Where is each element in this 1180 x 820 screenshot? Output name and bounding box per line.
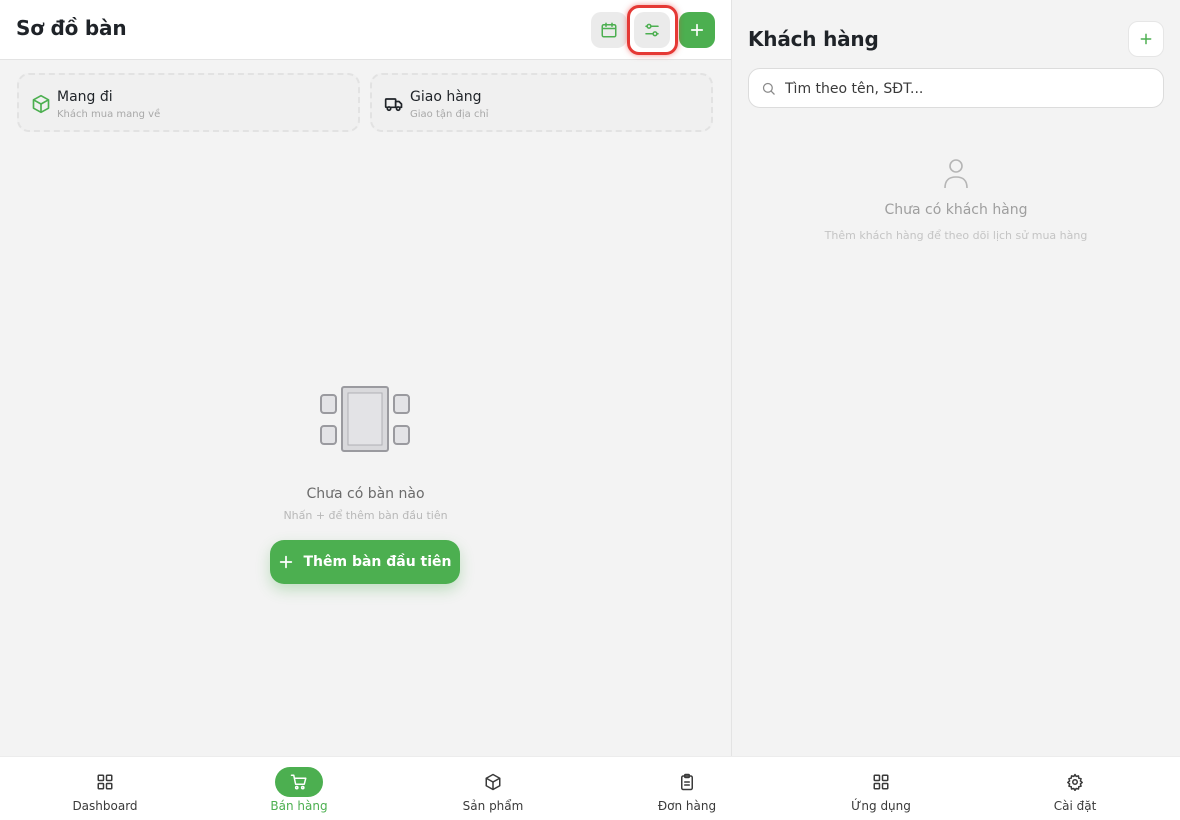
- customer-search-input[interactable]: [785, 77, 1145, 101]
- add-table-button[interactable]: [679, 12, 715, 48]
- calendar-icon: [601, 22, 617, 38]
- plus-icon: [280, 555, 293, 569]
- takeaway-subtitle: Khách mua mang về: [57, 109, 161, 120]
- nav-sales[interactable]: Bán hàng: [201, 757, 397, 820]
- add-customer-button[interactable]: [1128, 21, 1164, 57]
- table-map-panel: Sơ đồ bàn Mang đi Khách mua mang về Giao…: [0, 0, 731, 756]
- grid-icon: [97, 774, 113, 790]
- nav-products-icon-wrap: [469, 767, 517, 797]
- nav-products[interactable]: Sản phẩm: [395, 757, 591, 820]
- nav-sales-icon-wrap: [275, 767, 323, 797]
- empty-tables-title: Chưa có bàn nào: [306, 486, 425, 502]
- nav-apps-label: Ứng dụng: [851, 799, 911, 813]
- box-icon: [485, 773, 501, 791]
- calendar-button[interactable]: [591, 12, 627, 48]
- nav-apps[interactable]: Ứng dụng: [783, 757, 979, 820]
- gear-icon: [1067, 773, 1083, 791]
- package-icon: [32, 94, 50, 114]
- nav-dashboard-icon-wrap: [81, 767, 129, 797]
- delivery-card[interactable]: Giao hàng Giao tận địa chỉ: [370, 73, 713, 132]
- plus-icon: [690, 23, 704, 37]
- customer-search[interactable]: [748, 68, 1164, 108]
- delivery-title: Giao hàng: [410, 89, 482, 105]
- user-icon: [944, 159, 968, 189]
- apps-icon: [873, 774, 889, 790]
- nav-settings[interactable]: Cài đặt: [977, 757, 1173, 820]
- empty-customers-title: Chưa có khách hàng: [884, 202, 1028, 218]
- nav-orders[interactable]: Đơn hàng: [589, 757, 785, 820]
- nav-settings-label: Cài đặt: [1053, 799, 1097, 813]
- customer-panel: Khách hàng Chưa có khách hàng Thêm khách…: [732, 0, 1180, 756]
- customer-panel-title: Khách hàng: [748, 27, 879, 51]
- search-icon: [762, 82, 775, 95]
- filter-button[interactable]: [634, 12, 670, 48]
- nav-sales-label: Bán hàng: [270, 799, 328, 813]
- nav-products-label: Sản phẩm: [462, 799, 524, 813]
- table-illustration-icon: [320, 386, 410, 452]
- nav-settings-icon-wrap: [1051, 767, 1099, 797]
- add-first-table-label: Thêm bàn đầu tiên: [303, 554, 452, 570]
- truck-icon: [384, 98, 403, 112]
- nav-apps-icon-wrap: [857, 767, 905, 797]
- bottom-nav: Dashboard Bán hàng Sản phẩm Đơn hàng Ứng…: [0, 756, 1180, 820]
- clipboard-icon: [681, 773, 693, 791]
- delivery-subtitle: Giao tận địa chỉ: [410, 109, 489, 120]
- sliders-icon: [645, 23, 659, 37]
- nav-orders-label: Đơn hàng: [657, 799, 717, 813]
- table-map-header: Sơ đồ bàn: [0, 0, 731, 60]
- empty-customers-subtitle: Thêm khách hàng để theo dõi lịch sử mua …: [824, 229, 1088, 242]
- add-first-table-button[interactable]: Thêm bàn đầu tiên: [270, 540, 460, 584]
- empty-tables-subtitle: Nhấn + để thêm bàn đầu tiên: [283, 509, 448, 522]
- nav-orders-icon-wrap: [663, 767, 711, 797]
- cart-icon: [290, 774, 307, 790]
- nav-dashboard-label: Dashboard: [72, 799, 138, 813]
- plus-icon: [1140, 33, 1152, 45]
- page-title: Sơ đồ bàn: [16, 16, 127, 40]
- takeaway-title: Mang đi: [57, 89, 113, 105]
- takeaway-card[interactable]: Mang đi Khách mua mang về: [17, 73, 360, 132]
- nav-dashboard[interactable]: Dashboard: [7, 757, 203, 820]
